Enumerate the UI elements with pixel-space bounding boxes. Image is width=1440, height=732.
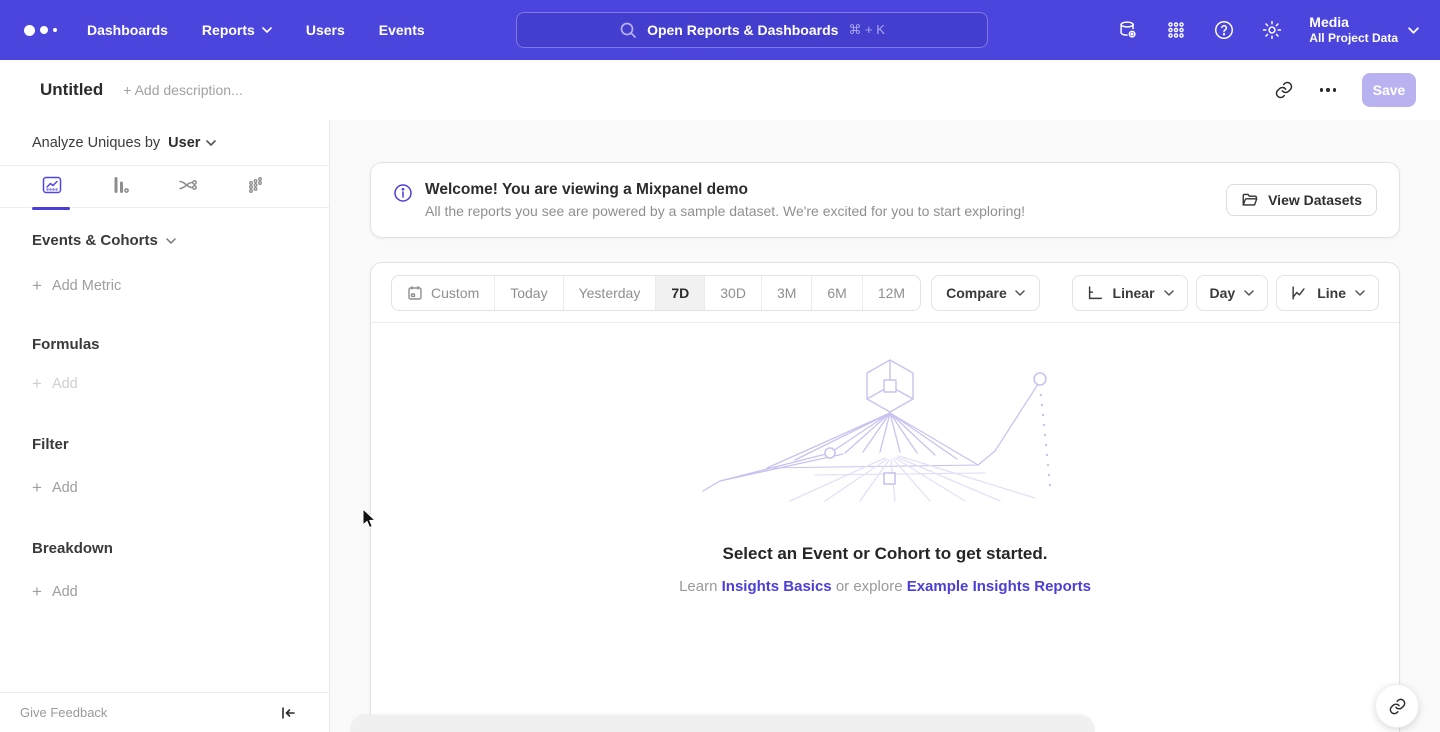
chevron-down-icon (1244, 288, 1254, 298)
project-name: Media (1309, 14, 1398, 32)
banner-title: Welcome! You are viewing a Mixpanel demo (425, 178, 1025, 201)
range-12m[interactable]: 12M (862, 276, 920, 310)
tab-flows[interactable] (166, 174, 210, 208)
line-chart-icon (1290, 284, 1308, 302)
add-formula-button[interactable]: + Add (32, 375, 297, 392)
empty-state: Select an Event or Cohort to get started… (371, 353, 1399, 595)
give-feedback-link[interactable]: Give Feedback (20, 705, 107, 720)
range-30d[interactable]: 30D (704, 276, 761, 310)
chevron-down-icon (206, 138, 216, 148)
view-datasets-button[interactable]: View Datasets (1226, 184, 1377, 216)
next-section-peek (350, 715, 1095, 732)
empty-state-title: Select an Event or Cohort to get started… (723, 544, 1048, 564)
tab-bar-chart[interactable] (98, 174, 142, 208)
plus-icon: + (32, 277, 42, 294)
events-cohorts-section[interactable]: Events & Cohorts (32, 232, 297, 249)
collapse-sidebar-icon[interactable] (279, 704, 297, 722)
apps-grid-icon[interactable] (1165, 19, 1187, 41)
tab-scatter[interactable] (234, 174, 278, 208)
settings-gear-icon[interactable] (1261, 19, 1283, 41)
more-options-button[interactable] (1316, 84, 1341, 96)
help-icon[interactable] (1213, 19, 1235, 41)
nav-reports[interactable]: Reports (202, 22, 272, 38)
range-6m[interactable]: 6M (811, 276, 861, 310)
search-icon (619, 21, 637, 39)
calendar-icon (407, 285, 423, 301)
mixpanel-logo[interactable] (24, 25, 57, 36)
save-button[interactable]: Save (1362, 73, 1416, 107)
plus-icon: + (32, 479, 42, 496)
chevron-down-icon (166, 236, 176, 246)
copy-link-icon[interactable] (1274, 80, 1294, 100)
chevron-down-icon (1015, 288, 1025, 298)
plus-icon: + (32, 375, 42, 392)
info-icon (393, 183, 413, 203)
demo-welcome-banner: Welcome! You are viewing a Mixpanel demo… (370, 162, 1400, 238)
empty-state-links: Learn Insights Basics or explore Example… (679, 578, 1091, 595)
range-3m[interactable]: 3M (761, 276, 811, 310)
date-range-selector: Custom Today Yesterday 7D 30D 3M 6M 12M (391, 275, 921, 311)
range-today[interactable]: Today (494, 276, 562, 310)
folder-icon (1241, 191, 1259, 209)
plus-icon: + (32, 583, 42, 600)
add-description[interactable]: + Add description... (123, 82, 242, 98)
tab-insights-chart[interactable] (30, 174, 74, 208)
add-metric-button[interactable]: + Add Metric (32, 277, 297, 294)
breakdown-section-title: Breakdown (32, 540, 297, 557)
banner-subtitle: All the reports you see are powered by a… (425, 201, 1025, 222)
data-management-icon[interactable] (1117, 19, 1139, 41)
chevron-down-icon (1355, 288, 1365, 298)
scale-selector[interactable]: Linear (1072, 275, 1188, 311)
search-placeholder: Open Reports & Dashboards (647, 22, 838, 38)
add-filter-button[interactable]: + Add (32, 479, 297, 496)
report-title[interactable]: Untitled (40, 80, 103, 100)
range-yesterday[interactable]: Yesterday (563, 276, 656, 310)
empty-state-illustration (695, 353, 1075, 508)
analyze-label: Analyze Uniques by (32, 135, 160, 151)
nav-users[interactable]: Users (306, 22, 345, 38)
filter-section-title: Filter (32, 436, 297, 453)
top-nav: Dashboards Reports Users Events Open Rep… (0, 0, 1440, 60)
report-card: Custom Today Yesterday 7D 30D 3M 6M 12M … (370, 262, 1400, 732)
main-content: Welcome! You are viewing a Mixpanel demo… (330, 120, 1440, 732)
share-link-fab[interactable] (1375, 684, 1419, 728)
insights-basics-link[interactable]: Insights Basics (722, 578, 832, 595)
report-header: Untitled + Add description... Save (0, 60, 1440, 120)
analyze-by-selector[interactable]: User (168, 135, 216, 151)
add-breakdown-button[interactable]: + Add (32, 583, 297, 600)
chevron-down-icon (262, 25, 272, 35)
range-custom[interactable]: Custom (392, 276, 494, 310)
axis-icon (1086, 284, 1104, 302)
project-selector[interactable]: Media All Project Data (1309, 14, 1418, 47)
nav-events[interactable]: Events (379, 22, 425, 38)
chart-controls: Custom Today Yesterday 7D 30D 3M 6M 12M … (371, 263, 1399, 323)
example-reports-link[interactable]: Example Insights Reports (907, 578, 1091, 595)
chart-type-selector[interactable]: Line (1276, 275, 1379, 311)
nav-dashboards[interactable]: Dashboards (87, 22, 168, 38)
project-subtitle: All Project Data (1309, 31, 1398, 46)
range-7d[interactable]: 7D (655, 276, 704, 310)
compare-button[interactable]: Compare (931, 275, 1040, 311)
formulas-section-title: Formulas (32, 336, 297, 353)
chevron-down-icon (1408, 25, 1418, 35)
chevron-down-icon (1164, 288, 1174, 298)
query-builder-sidebar: Analyze Uniques by User (0, 120, 330, 732)
global-search[interactable]: Open Reports & Dashboards ⌘ + K (516, 12, 988, 48)
interval-selector[interactable]: Day (1196, 275, 1269, 311)
search-shortcut: ⌘ + K (848, 22, 885, 38)
